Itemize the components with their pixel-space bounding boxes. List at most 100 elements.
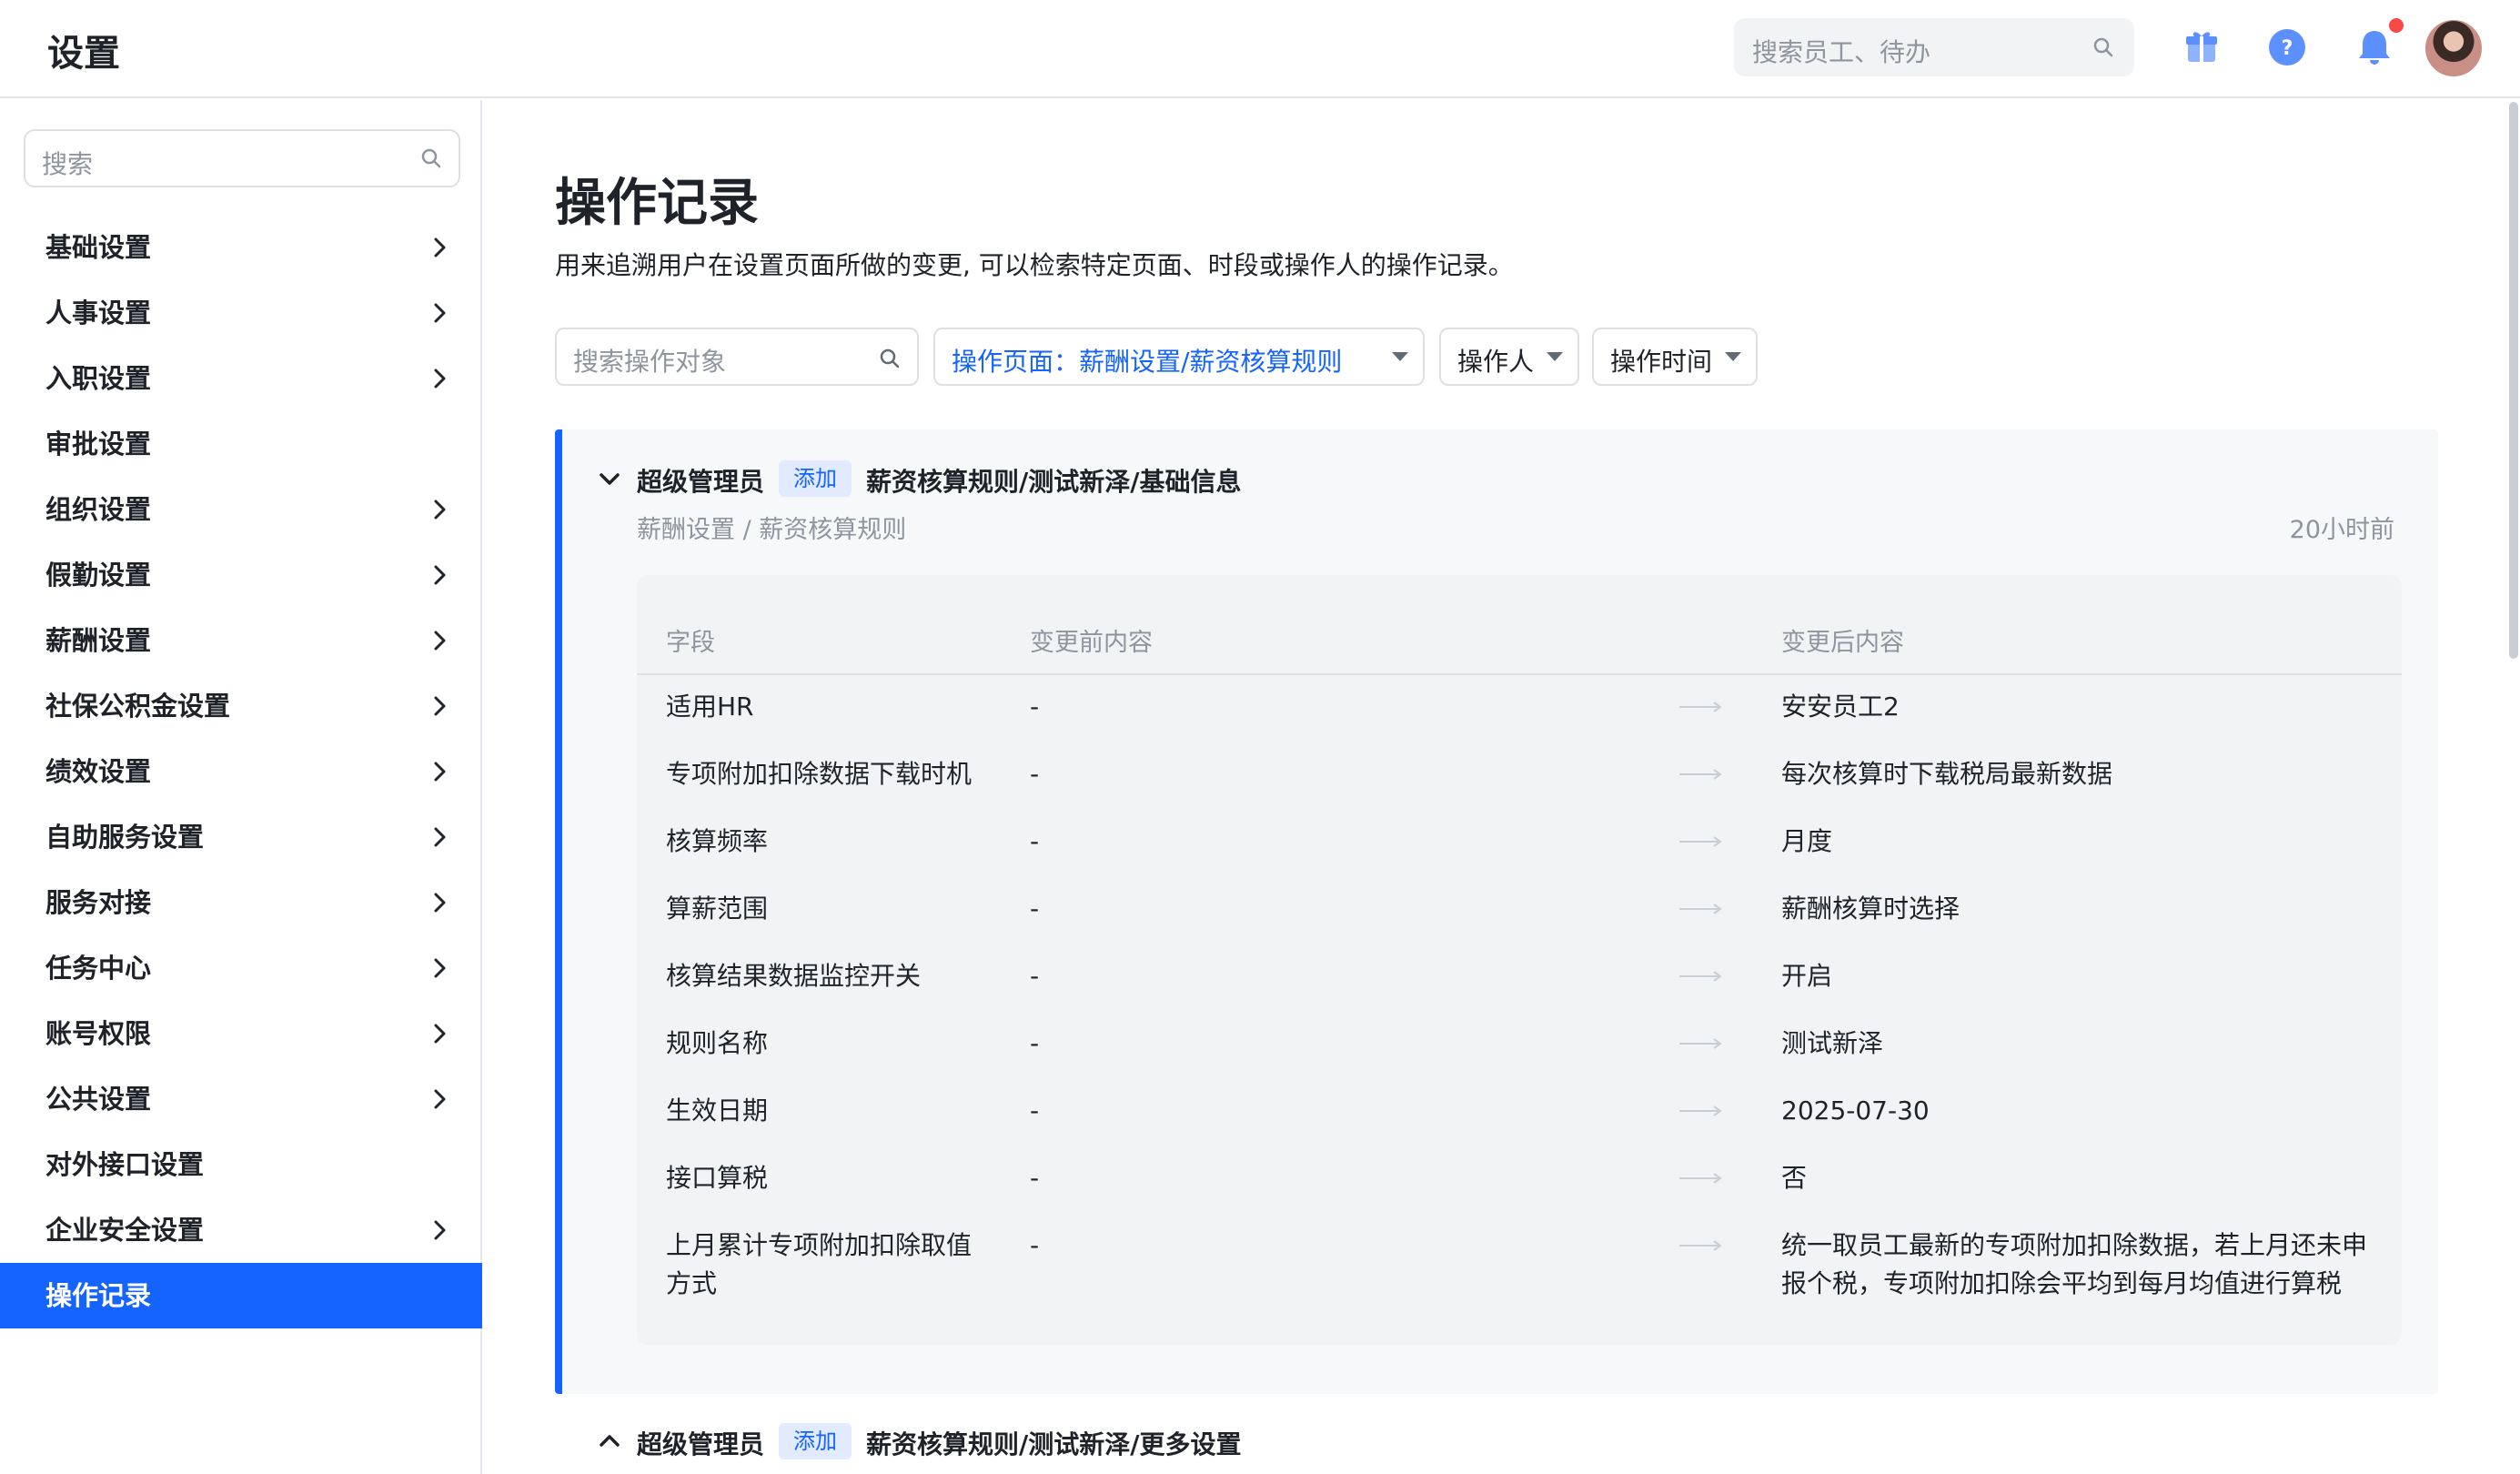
chevron-right-icon (434, 303, 446, 323)
after-value: 月度 (1781, 826, 1833, 856)
page-description: 用来追溯用户在设置页面所做的变更, 可以检索特定页面、时段或操作人的操作记录。 (555, 250, 1514, 280)
sidebar-item-label: 人事设置 (45, 298, 152, 328)
field-name: 生效日期 (666, 1095, 769, 1126)
record-target: 薪资核算规则/测试新泽/更多设置 (866, 1429, 1242, 1459)
arrow-right-icon (1679, 971, 1722, 982)
sidebar-item-label: 基础设置 (45, 232, 152, 263)
arrow-right-icon (1679, 1038, 1722, 1049)
sidebar-item-label: 组织设置 (45, 494, 152, 525)
after-value: 测试新泽 (1781, 1028, 1884, 1058)
after-value: 开启 (1781, 961, 1833, 991)
caret-down-icon (1547, 352, 1563, 361)
time-filter-select[interactable]: 操作时间 (1592, 328, 1758, 386)
sidebar-item[interactable]: 基础设置 (0, 215, 482, 280)
sidebar-item-label: 绩效设置 (45, 756, 152, 787)
app-title: 设置 (47, 33, 120, 75)
object-search-input[interactable]: 搜索操作对象 (555, 328, 919, 386)
object-search-placeholder: 搜索操作对象 (573, 347, 727, 377)
chevron-right-icon (434, 1220, 446, 1240)
sidebar-item-label: 对外接口设置 (45, 1149, 205, 1180)
sidebar-item[interactable]: 社保公积金设置 (0, 673, 482, 739)
after-value: 2025-07-30 (1781, 1095, 1930, 1126)
arrow-right-icon (1679, 904, 1722, 914)
sidebar-item-label: 审批设置 (45, 429, 152, 459)
field-name: 核算频率 (666, 826, 769, 856)
record-operator: 超级管理员 (637, 467, 765, 497)
sidebar-item[interactable]: 对外接口设置 (0, 1132, 482, 1197)
sidebar-item[interactable]: 操作记录 (0, 1263, 482, 1328)
chevron-right-icon (434, 1024, 446, 1044)
sidebar-item-label: 自助服务设置 (45, 822, 205, 853)
before-value: - (1030, 826, 1040, 856)
sidebar-item[interactable]: 入职设置 (0, 346, 482, 411)
field-name: 规则名称 (666, 1028, 769, 1058)
record-card: 超级管理员 添加 薪资核算规则/测试新泽/基础信息 薪酬设置 / 薪资核算规则 … (555, 429, 2438, 1394)
chevron-up-icon[interactable] (597, 1429, 622, 1454)
field-name: 算薪范围 (666, 893, 769, 924)
page-filter-value: 操作页面：薪酬设置/薪资核算规则 (952, 347, 1343, 377)
page-filter-select[interactable]: 操作页面：薪酬设置/薪资核算规则 (933, 328, 1425, 386)
before-value: - (1030, 961, 1040, 991)
arrow-right-icon (1679, 1240, 1722, 1251)
sidebar-menu: 基础设置人事设置入职设置审批设置组织设置假勤设置薪酬设置社保公积金设置绩效设置自… (0, 215, 482, 1328)
arrow-right-icon (1679, 836, 1722, 847)
sidebar-item[interactable]: 组织设置 (0, 477, 482, 542)
chevron-right-icon (434, 631, 446, 651)
chevron-right-icon (434, 1089, 446, 1109)
caret-down-icon (1725, 352, 1741, 361)
after-value: 每次核算时下载税局最新数据 (1781, 759, 2113, 789)
chevron-right-icon (434, 958, 446, 978)
column-header-before: 变更前内容 (1030, 629, 1153, 657)
user-avatar[interactable] (2424, 18, 2484, 78)
global-search-input[interactable]: 搜索员工、待办 (1734, 18, 2134, 76)
arrow-right-icon (1679, 1106, 1722, 1116)
operator-filter-label: 操作人 (1457, 347, 1535, 377)
time-filter-label: 操作时间 (1610, 347, 1713, 377)
before-value: - (1030, 1095, 1040, 1126)
chevron-right-icon (434, 696, 446, 716)
operator-filter-select[interactable]: 操作人 (1439, 328, 1579, 386)
before-value: - (1030, 692, 1040, 722)
arrow-right-icon (1679, 769, 1722, 780)
record-operator: 超级管理员 (637, 1429, 765, 1459)
after-value: 安安员工2 (1781, 692, 1900, 722)
top-header: 设置 搜索员工、待办 ? (0, 0, 2520, 98)
chevron-right-icon (434, 827, 446, 847)
before-value: - (1030, 893, 1040, 924)
record-time: 20小时前 (2289, 516, 2394, 544)
page-scrollbar[interactable] (2509, 102, 2518, 659)
sidebar-item[interactable]: 公共设置 (0, 1066, 482, 1132)
sidebar-item[interactable]: 假勤设置 (0, 542, 482, 608)
sidebar-search-input[interactable]: 搜索 (24, 129, 460, 187)
sidebar-item[interactable]: 薪酬设置 (0, 608, 482, 673)
field-name: 上月累计专项附加扣除取值方式 (666, 1230, 973, 1298)
svg-text:?: ? (2282, 37, 2293, 60)
sidebar-item[interactable]: 任务中心 (0, 935, 482, 1001)
sidebar-item[interactable]: 绩效设置 (0, 739, 482, 804)
sidebar-item-label: 企业安全设置 (45, 1215, 205, 1246)
gift-icon[interactable] (2180, 25, 2223, 69)
column-header-field: 字段 (666, 629, 715, 657)
search-icon (421, 148, 441, 168)
help-icon[interactable]: ? (2265, 25, 2309, 69)
notification-dot (2389, 18, 2404, 33)
sidebar-item[interactable]: 账号权限 (0, 1001, 482, 1066)
chevron-right-icon (434, 762, 446, 782)
before-value: - (1030, 759, 1040, 789)
sidebar-item[interactable]: 审批设置 (0, 411, 482, 477)
sidebar-item[interactable]: 企业安全设置 (0, 1197, 482, 1263)
after-value: 统一取员工最新的专项附加扣除数据，若上月还未申报个税，专项附加扣除会平均到每月均… (1781, 1230, 2368, 1298)
after-value: 否 (1781, 1163, 1808, 1193)
sidebar-item[interactable]: 自助服务设置 (0, 804, 482, 870)
sidebar-item[interactable]: 人事设置 (0, 280, 482, 346)
chevron-down-icon[interactable] (597, 466, 622, 491)
sidebar-item-label: 薪酬设置 (45, 625, 152, 656)
sidebar-item[interactable]: 服务对接 (0, 870, 482, 935)
bell-icon[interactable] (2353, 25, 2396, 69)
arrow-right-icon (1679, 1173, 1722, 1184)
sidebar-item-label: 公共设置 (45, 1084, 152, 1115)
record-target: 薪资核算规则/测试新泽/基础信息 (866, 467, 1242, 497)
record-card-collapsed: 超级管理员 添加 薪资核算规则/测试新泽/更多设置 (555, 1410, 2438, 1474)
global-search-placeholder: 搜索员工、待办 (1752, 37, 1931, 67)
sidebar-item-label: 操作记录 (45, 1280, 152, 1311)
